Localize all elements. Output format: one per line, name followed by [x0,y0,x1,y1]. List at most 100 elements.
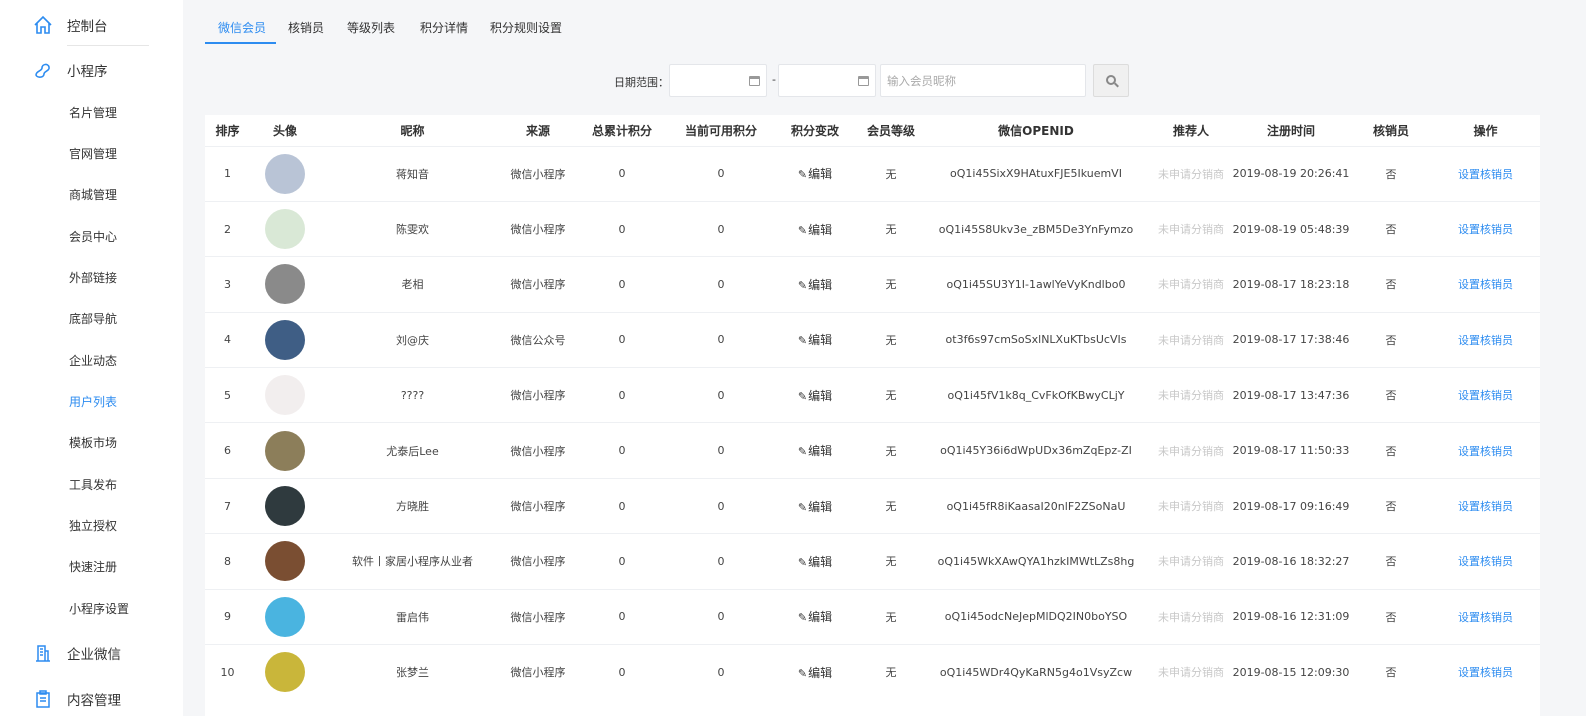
sidebar-item-mall[interactable]: 商城管理 [69,186,117,204]
set-verifier-link[interactable]: 设置核销员 [1431,145,1540,202]
total-points: 0 [571,644,673,700]
tab-verifiers[interactable]: 核销员 [276,0,346,44]
col-header: 核销员 [1351,115,1431,146]
avatar [265,264,305,305]
edit-points-button[interactable]: ✎编辑 [769,477,861,534]
set-verifier-link[interactable]: 设置核销员 [1431,256,1540,313]
set-verifier-link[interactable]: 设置核销员 [1431,311,1540,368]
sidebar-item-templates[interactable]: 模板市场 [69,434,117,452]
edit-points-button[interactable]: ✎编辑 [769,422,861,479]
table-header-row: 排序 头像 昵称 来源 总累计积分 当前可用积分 积分变改 会员等级 微信OPE… [205,115,1540,146]
row-index: 3 [205,256,250,313]
sidebar-group-content[interactable]: 内容管理 [0,689,183,709]
edit-points-button[interactable]: ✎编辑 [769,200,861,257]
table-row: 8 软件丨家居小程序从业者 微信小程序 0 0 ✎编辑无 oQ1i45WkXAwQYA1hz… [205,533,1540,590]
col-header: 注册时间 [1231,115,1351,146]
total-points: 0 [571,256,673,313]
row-index: 10 [205,644,250,700]
register-time: 2019-08-19 05:48:39 [1231,200,1351,257]
avatar-cell [250,533,320,590]
nickname: 蒋知音 [320,145,505,202]
table-row: 2 陈雯欢 微信小程序 0 0 ✎编辑无 oQ1i45S8Ukv3e_zBM5De3YnFy… [205,200,1540,257]
source: 微信小程序 [505,256,571,313]
set-verifier-link[interactable]: 设置核销员 [1431,367,1540,423]
avatar-cell [250,145,320,202]
is-verifier: 否 [1351,588,1431,645]
sidebar-item-user-list[interactable]: 用户列表 [69,393,117,411]
edit-points-button[interactable]: ✎编辑 [769,588,861,645]
row-index: 7 [205,477,250,534]
source: 微信小程序 [505,533,571,590]
referrer: 未申请分销商 [1151,200,1231,257]
sidebar-item-authorize[interactable]: 独立授权 [69,517,117,535]
edit-label: 编辑 [808,333,833,348]
edit-points-button[interactable]: ✎编辑 [769,533,861,590]
is-verifier: 否 [1351,256,1431,313]
table-row: 4 刘@庆 微信公众号 0 0 ✎编辑无 ot3f6s97cmSoSxlNLXuKTbsUc… [205,311,1540,368]
openid: oQ1i45SU3Y1I-1awlYeVyKndlbo0 [921,256,1151,313]
sidebar-item-external-links[interactable]: 外部链接 [69,269,117,287]
sidebar-item-publish[interactable]: 工具发布 [69,476,117,494]
sidebar-group-label: 小程序 [67,64,108,80]
pencil-icon: ✎ [797,223,808,237]
avatar-cell [250,644,320,700]
home-icon [34,15,52,34]
tab-points-detail[interactable]: 积分详情 [418,0,490,44]
tab-levels[interactable]: 等级列表 [346,0,418,44]
nickname: 雷启伟 [320,588,505,645]
avatar [265,652,305,693]
referrer: 未申请分销商 [1151,477,1231,534]
edit-points-button[interactable]: ✎编辑 [769,644,861,700]
end-date-input[interactable] [778,64,876,97]
member-level: 无 [861,477,921,534]
member-level: 无 [861,256,921,313]
set-verifier-link[interactable]: 设置核销员 [1431,644,1540,700]
set-verifier-link[interactable]: 设置核销员 [1431,200,1540,257]
total-points: 0 [571,145,673,202]
nickname: 方晓胜 [320,477,505,534]
member-level: 无 [861,367,921,423]
sidebar-group-wecom[interactable]: 企业微信 [0,643,183,663]
edit-label: 编辑 [808,167,833,182]
set-verifier-link[interactable]: 设置核销员 [1431,588,1540,645]
edit-points-button[interactable]: ✎编辑 [769,367,861,423]
nickname-search-input[interactable] [880,64,1086,97]
register-time: 2019-08-17 18:23:18 [1231,256,1351,313]
edit-points-button[interactable]: ✎编辑 [769,145,861,202]
edit-label: 编辑 [808,222,833,237]
avatar [265,375,305,416]
sidebar-item-card[interactable]: 名片管理 [69,104,117,122]
sidebar: 控制台 小程序 名片管理 官网管理 商城管理 会员中心 外部链接 底部导航 企业… [0,0,183,716]
sidebar-item-website[interactable]: 官网管理 [69,145,117,163]
col-header: 当前可用积分 [673,115,769,146]
avatar [265,541,305,582]
sidebar-group-dashboard[interactable]: 控制台 [0,15,183,35]
search-button[interactable] [1093,64,1129,97]
tab-wechat-members[interactable]: 微信会员 [205,0,276,44]
is-verifier: 否 [1351,145,1431,202]
openid: oQ1i45SixX9HAtuxFJE5IkuemVI [921,145,1151,202]
avatar-cell [250,256,320,313]
sidebar-item-news[interactable]: 企业动态 [69,352,117,370]
edit-points-button[interactable]: ✎编辑 [769,256,861,313]
sidebar-item-bottom-nav[interactable]: 底部导航 [69,310,117,328]
avatar [265,209,305,250]
edit-points-button[interactable]: ✎编辑 [769,311,861,368]
set-verifier-link[interactable]: 设置核销员 [1431,533,1540,590]
start-date-input[interactable] [669,64,767,97]
referrer: 未申请分销商 [1151,533,1231,590]
set-verifier-link[interactable]: 设置核销员 [1431,422,1540,479]
sidebar-item-quick-register[interactable]: 快速注册 [69,558,117,576]
pencil-icon: ✎ [797,445,808,459]
tab-points-rules[interactable]: 积分规则设置 [490,0,586,44]
sidebar-item-settings[interactable]: 小程序设置 [69,600,129,618]
col-header: 头像 [250,115,320,146]
main-content: 微信会员 核销员 等级列表 积分详情 积分规则设置 日期范围： - 排序 头像 [183,0,1586,716]
total-points: 0 [571,422,673,479]
set-verifier-link[interactable]: 设置核销员 [1431,477,1540,534]
openid: oQ1i45S8Ukv3e_zBM5De3YnFymzo [921,200,1151,257]
sidebar-group-mini-program[interactable]: 小程序 [0,60,183,80]
member-level: 无 [861,145,921,202]
sidebar-item-member-center[interactable]: 会员中心 [69,228,117,246]
available-points: 0 [673,256,769,313]
